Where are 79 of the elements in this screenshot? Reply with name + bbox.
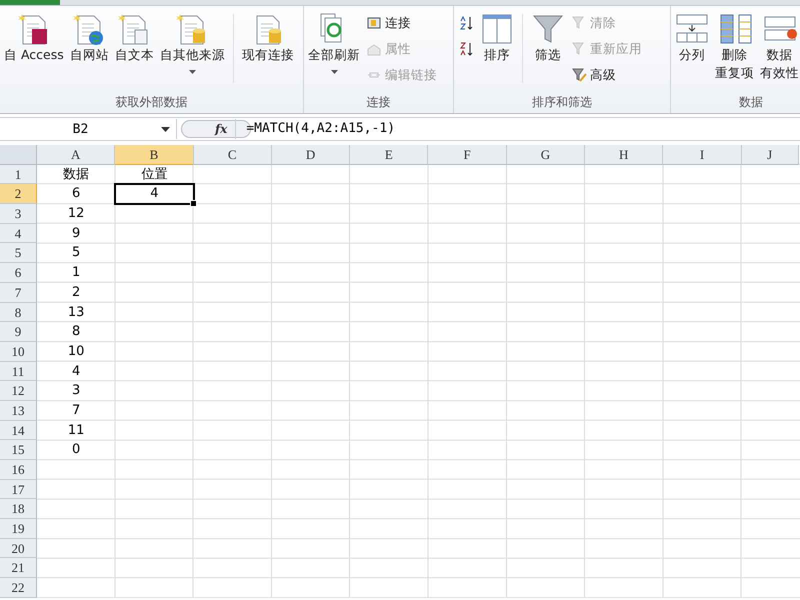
ribbon-button[interactable]: 删除 重复项 [713, 10, 756, 84]
insert-function-button[interactable]: fx [215, 122, 228, 136]
ribbon-button[interactable]: 自其他来源 [158, 10, 227, 76]
table-cell[interactable]: 2 [37, 282, 116, 302]
column-header[interactable]: A [37, 145, 116, 165]
ribbon-button[interactable]: 现有连接 [240, 10, 296, 66]
row-header[interactable]: 11 [0, 362, 37, 382]
ribbon-button[interactable]: 排序 [478, 10, 516, 66]
sort-grid-icon [480, 12, 514, 46]
row-header[interactable]: 3 [0, 204, 37, 224]
row-header[interactable]: 21 [0, 558, 37, 578]
funnel-reapply-icon [571, 41, 587, 57]
table-cell[interactable]: 位置 [115, 164, 194, 184]
ribbon-button[interactable]: 自网站 [68, 10, 111, 66]
table-cell[interactable]: 9 [37, 224, 116, 244]
ribbon-button[interactable]: 高级 [569, 64, 644, 86]
row-header[interactable]: 1 [0, 164, 37, 184]
row-header[interactable]: 8 [0, 302, 37, 322]
column-header[interactable]: B [115, 145, 194, 165]
column-header[interactable]: D [272, 145, 350, 165]
column-header[interactable]: I [663, 145, 742, 165]
table-cell[interactable]: 13 [37, 302, 116, 322]
row-header[interactable]: 13 [0, 400, 37, 421]
table-cell[interactable]: 0 [37, 440, 116, 460]
group-label: 获取外部数据 [114, 94, 188, 111]
table-cell[interactable]: 数据 [37, 164, 116, 184]
group-label: 连接 [366, 94, 392, 111]
table-cell[interactable]: 1 [37, 263, 116, 283]
dropdown-arrow-icon [161, 126, 170, 132]
row-header[interactable]: 12 [0, 381, 37, 401]
row-header[interactable]: 5 [0, 243, 37, 264]
row-header[interactable]: 4 [0, 224, 37, 244]
row-header[interactable]: 2 [0, 184, 37, 204]
table-cell[interactable]: 4 [37, 362, 116, 382]
group-label: 数据 [738, 94, 764, 111]
row-header[interactable]: 19 [0, 519, 37, 539]
table-cell[interactable]: 6 [37, 184, 116, 204]
column-header[interactable]: F [428, 145, 507, 165]
column-header[interactable]: C [194, 145, 272, 165]
row-header[interactable]: 10 [0, 342, 37, 362]
row-header[interactable]: 16 [0, 460, 37, 480]
ribbon-button[interactable]: 筛选 [529, 10, 567, 66]
row-header[interactable]: 18 [0, 499, 37, 520]
table-cell[interactable]: 12 [37, 204, 116, 224]
table-cell[interactable]: 8 [37, 322, 116, 342]
ribbon-button[interactable]: 连接 [364, 12, 439, 34]
connection-icon [366, 15, 382, 31]
fill-handle[interactable] [190, 200, 197, 208]
ribbon-button[interactable]: 数据 有效性 [758, 10, 800, 84]
table-cell[interactable]: 3 [37, 381, 116, 401]
row-header[interactable]: 20 [0, 538, 37, 558]
row-header[interactable]: 17 [0, 480, 37, 500]
table-cell[interactable]: 10 [37, 342, 116, 362]
table-cell[interactable]: 11 [37, 420, 116, 440]
name-box[interactable]: B2 [0, 119, 177, 139]
column-header[interactable]: E [350, 145, 428, 165]
row-header[interactable]: 15 [0, 440, 37, 460]
funnel-pencil-icon [571, 67, 587, 83]
column-header[interactable]: H [585, 145, 664, 165]
ribbon-button[interactable]: 分列 [673, 10, 711, 66]
ribbon-button[interactable]: 自 Access [2, 10, 66, 66]
sort-descending-icon [458, 41, 474, 57]
column-header[interactable]: J [742, 145, 799, 165]
funnel-clear-icon [571, 15, 587, 31]
sort-ascending-icon [458, 15, 474, 31]
row-header[interactable]: 6 [0, 263, 37, 283]
table-cell[interactable]: 7 [37, 400, 116, 421]
row-header[interactable]: 9 [0, 322, 37, 342]
row-header[interactable]: 7 [0, 282, 37, 302]
table-cell[interactable]: 4 [115, 184, 194, 204]
duplicate-rows-icon [718, 12, 752, 46]
row-header[interactable]: 22 [0, 578, 37, 598]
table-cell[interactable]: 5 [37, 243, 116, 264]
group-label: 排序和筛选 [531, 94, 593, 111]
formula-field[interactable]: =MATCH(4,A2:A15,-1) [235, 119, 800, 139]
column-header[interactable]: G [506, 145, 586, 165]
ribbon-button[interactable]: 自文本 [112, 10, 156, 66]
ribbon-button[interactable]: 全部刷新 [306, 10, 362, 76]
row-header[interactable]: 14 [0, 420, 37, 440]
